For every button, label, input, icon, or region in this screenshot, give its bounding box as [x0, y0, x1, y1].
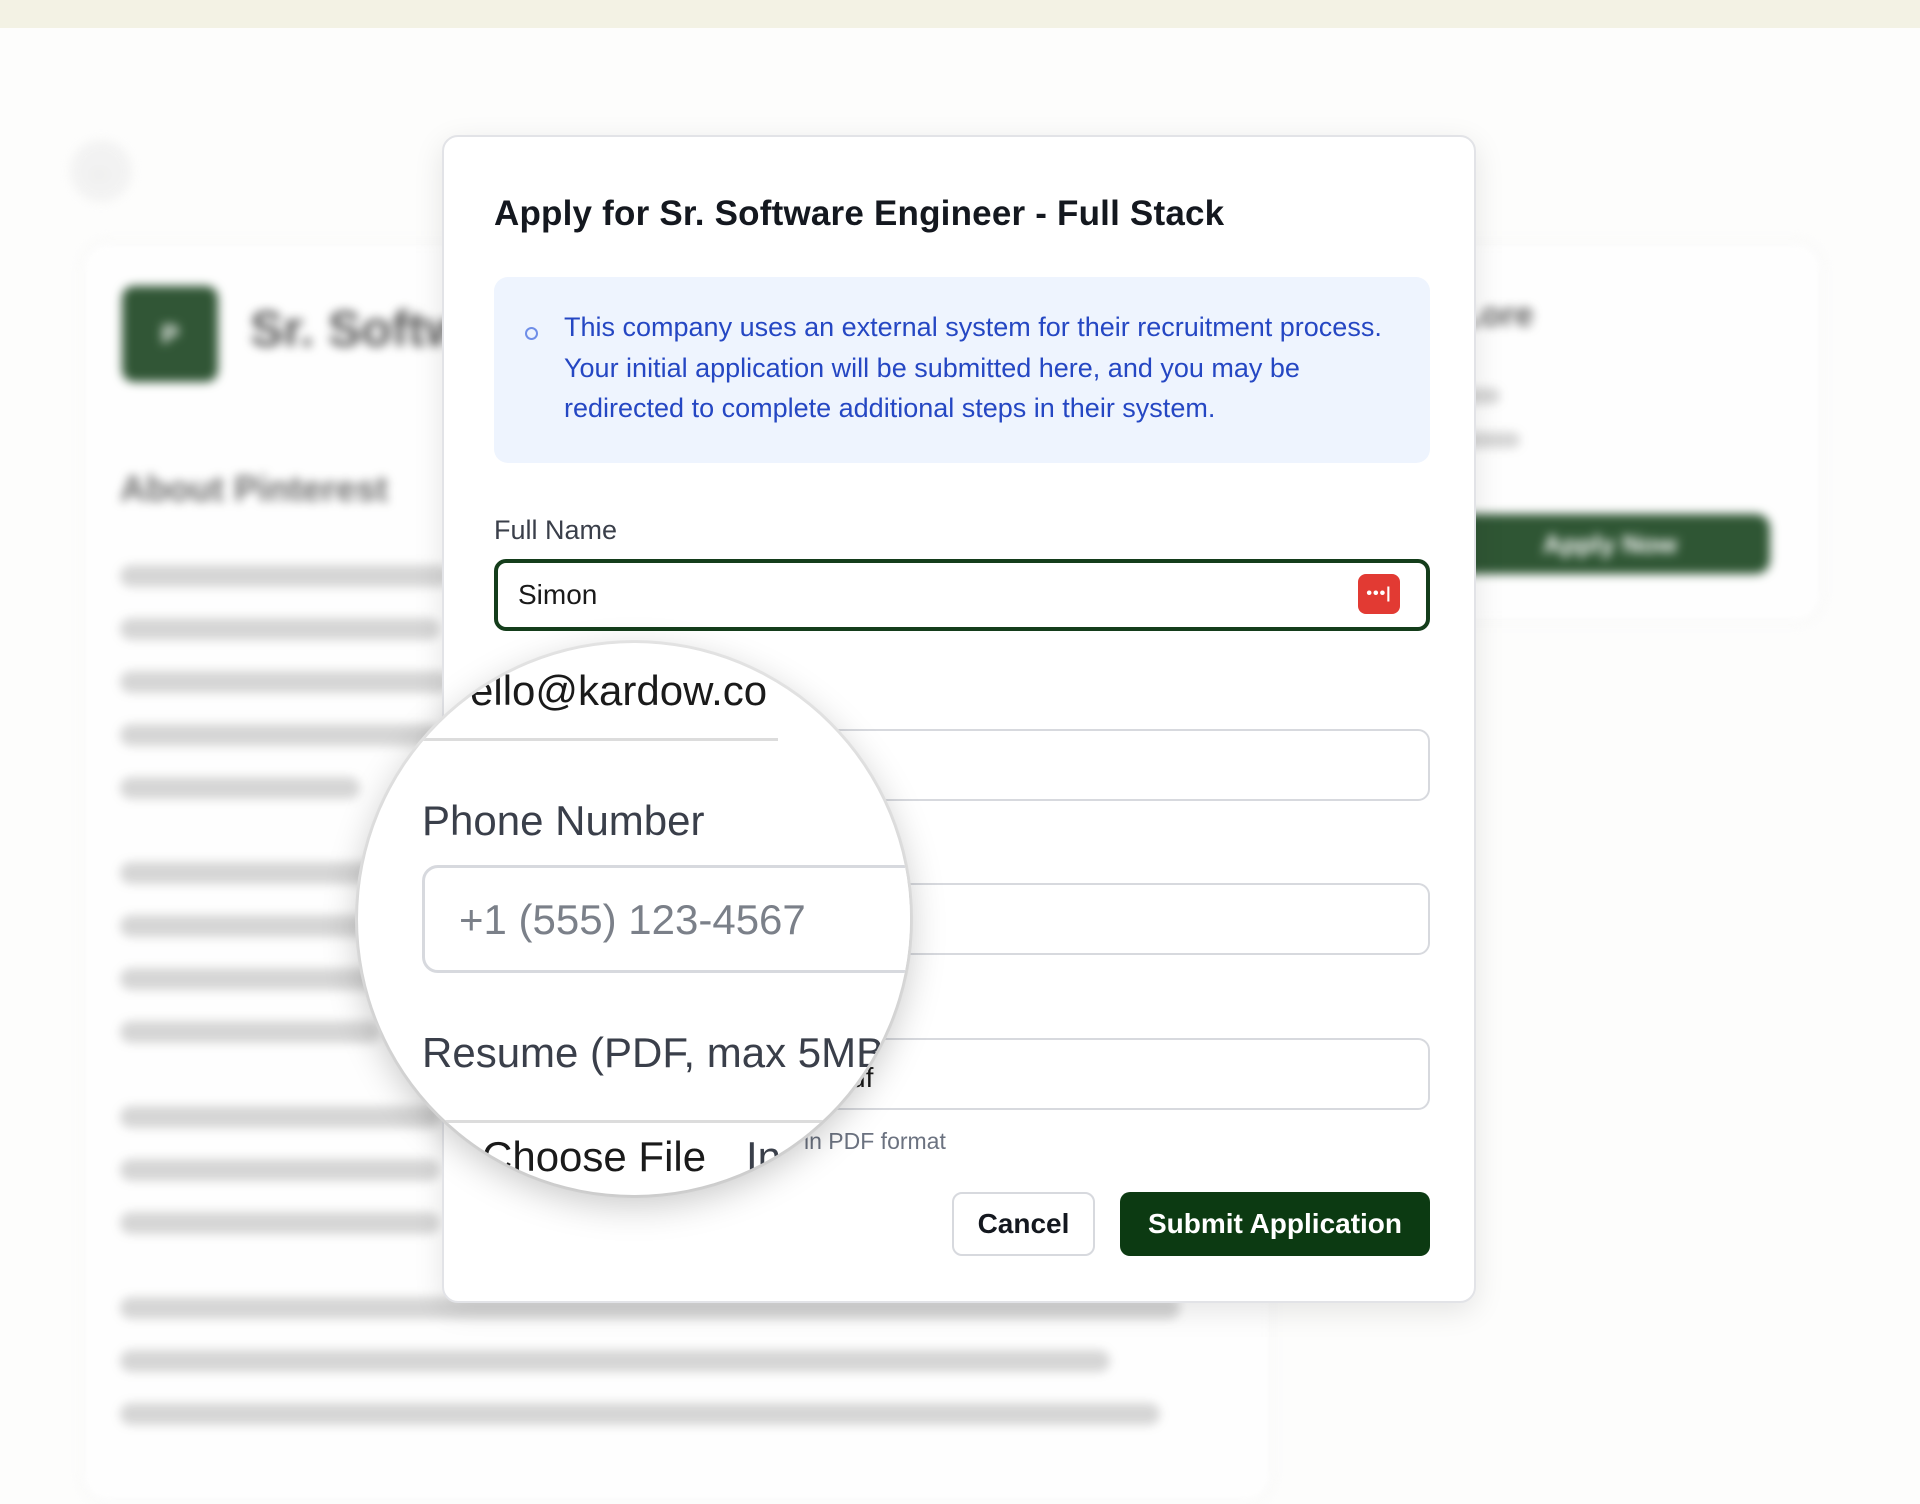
- arrow-left-icon: ←: [90, 158, 112, 183]
- email-value-zoomed: ello@kardow.co: [470, 667, 768, 714]
- description-line: [120, 724, 440, 746]
- description-line: [120, 1403, 1160, 1425]
- description-line: [120, 1350, 1110, 1372]
- about-heading: About Pinterest: [120, 468, 389, 509]
- modal-title: Apply for Sr. Software Engineer - Full S…: [494, 194, 1225, 233]
- apply-now-button[interactable]: Apply Now: [1450, 514, 1770, 574]
- resume-label: Resume (PDF, max 5MB): [422, 1029, 899, 1076]
- description-line: [120, 1106, 440, 1128]
- description-line: [120, 1212, 440, 1234]
- password-manager-icon[interactable]: •••|: [1358, 574, 1400, 614]
- email-field-border-zoomed: [418, 738, 778, 741]
- full-name-input[interactable]: Simon •••|: [494, 559, 1430, 631]
- job-title: Sr. Softw: [250, 301, 464, 357]
- description-line: [120, 618, 440, 640]
- back-button[interactable]: ←: [70, 140, 132, 202]
- submit-application-button[interactable]: Submit Application: [1120, 1192, 1430, 1256]
- choose-file-button[interactable]: Choose File: [482, 1133, 706, 1181]
- external-system-notice: This company uses an external system for…: [494, 277, 1430, 463]
- info-circle-icon: [525, 327, 538, 340]
- phone-input-zoomed[interactable]: +1 (555) 123-4567: [422, 865, 910, 973]
- company-logo: P: [122, 286, 218, 382]
- description-line: [120, 565, 450, 587]
- phone-placeholder: +1 (555) 123-4567: [459, 896, 806, 943]
- description-line: [120, 915, 380, 937]
- cancel-button[interactable]: Cancel: [952, 1192, 1095, 1256]
- resume-field-border-zoomed: [422, 1120, 910, 1123]
- full-name-label: Full Name: [494, 515, 618, 545]
- description-line: [120, 968, 380, 990]
- resume-help-text: in PDF format: [804, 1128, 946, 1154]
- description-line: [120, 777, 360, 799]
- description-line: [120, 1021, 380, 1043]
- full-name-value: Simon: [518, 579, 598, 610]
- notice-text: This company uses an external system for…: [564, 312, 1382, 423]
- description-line: [120, 671, 450, 693]
- magnifier-lens: ello@kardow.co Phone Number +1 (555) 123…: [358, 643, 910, 1195]
- phone-number-label: Phone Number: [422, 797, 705, 844]
- choose-file-status: In: [746, 1133, 782, 1180]
- description-line: [120, 1159, 440, 1181]
